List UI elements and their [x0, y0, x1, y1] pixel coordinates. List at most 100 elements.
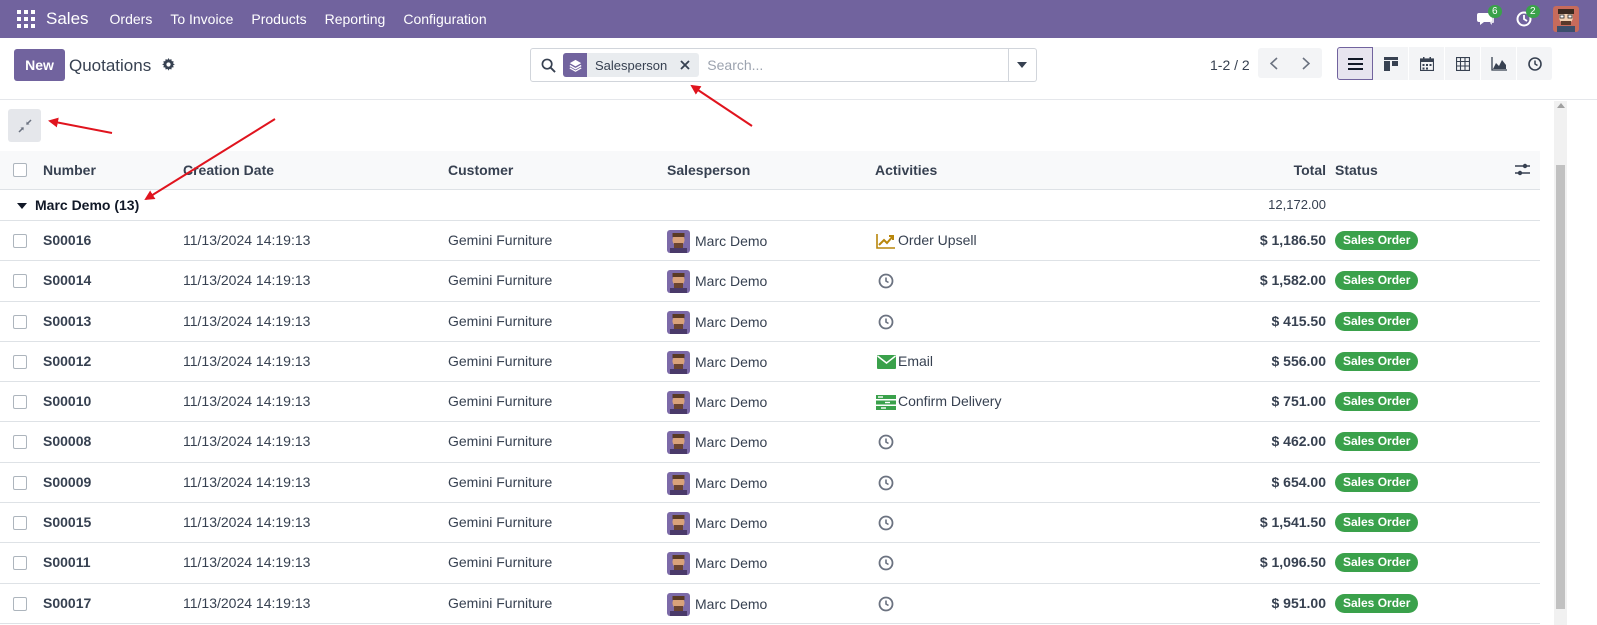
clock-icon[interactable]: [876, 513, 896, 533]
optional-columns-icon[interactable]: [1515, 163, 1530, 179]
delivery-icon[interactable]: [876, 392, 896, 412]
row-checkbox[interactable]: [13, 516, 27, 531]
table-header: Number Creation Date Customer Salesperso…: [0, 151, 1540, 190]
row-checkbox[interactable]: [13, 435, 27, 450]
menu-configuration[interactable]: Configuration: [394, 11, 495, 27]
creation-date: 11/13/2024 14:19:13: [183, 433, 311, 450]
salesperson-name: Marc Demo: [695, 233, 768, 249]
order-number: S00016: [43, 232, 92, 248]
control-panel: New Quotations Salesperson Search... 1-2…: [0, 38, 1597, 100]
activity-view-button[interactable]: [1517, 47, 1553, 80]
page-title: Quotations: [69, 56, 152, 75]
scrollbar[interactable]: [1554, 101, 1567, 625]
status-badge: Sales Order: [1335, 432, 1419, 452]
salesperson-avatar[interactable]: [667, 310, 690, 334]
salesperson-avatar[interactable]: [667, 391, 690, 415]
menu-products[interactable]: Products: [242, 11, 315, 27]
row-checkbox[interactable]: [13, 234, 27, 248]
table-row[interactable]: S00014 11/13/2024 14:19:13 Gemini Furnitur…: [0, 261, 1540, 302]
calendar-view-button[interactable]: [1409, 47, 1445, 80]
row-checkbox[interactable]: [13, 395, 27, 410]
table-row[interactable]: S00017 11/13/2024 14:19:13 Gemini Furnitur…: [0, 584, 1540, 624]
clock-icon[interactable]: [876, 432, 896, 452]
user-avatar[interactable]: [1553, 6, 1579, 32]
menu-orders[interactable]: Orders: [101, 11, 162, 27]
clock-icon[interactable]: [876, 594, 896, 614]
column-customer[interactable]: Customer: [448, 162, 513, 178]
apps-menu-icon[interactable]: [14, 7, 38, 31]
scroll-up-icon[interactable]: [1557, 103, 1565, 108]
collapse-groups-button[interactable]: [8, 109, 41, 142]
search-input[interactable]: [707, 57, 998, 73]
status-badge: Sales Order: [1335, 311, 1419, 331]
order-number: S00009: [43, 473, 92, 490]
table-row[interactable]: S00009 11/13/2024 14:19:13 Gemini Furnitur…: [0, 463, 1540, 504]
salesperson-avatar[interactable]: [667, 431, 690, 455]
table-row[interactable]: S00011 11/13/2024 14:19:13 Gemini Furnitur…: [0, 543, 1540, 584]
caret-down-icon: [1017, 62, 1027, 68]
row-checkbox[interactable]: [13, 314, 27, 329]
group-row[interactable]: Marc Demo (13) 12,172.00: [0, 190, 1540, 221]
salesperson-avatar[interactable]: [667, 512, 690, 536]
column-salesperson[interactable]: Salesperson: [667, 162, 750, 178]
salesperson-name: Marc Demo: [695, 434, 768, 451]
list-view-button[interactable]: [1337, 47, 1373, 80]
kanban-view-button[interactable]: [1373, 47, 1409, 80]
search-icon[interactable]: [533, 58, 563, 73]
row-checkbox[interactable]: [13, 556, 27, 571]
column-number[interactable]: Number: [43, 162, 96, 178]
salesperson-avatar[interactable]: [667, 230, 690, 253]
table-row[interactable]: S00013 11/13/2024 14:19:13 Gemini Furnitur…: [0, 302, 1540, 342]
column-total[interactable]: Total: [1294, 162, 1326, 178]
table-row[interactable]: S00015 11/13/2024 14:19:13 Gemini Furnitur…: [0, 503, 1540, 544]
table-row[interactable]: S00016 11/13/2024 14:19:13 Gemini Furnitur…: [0, 221, 1540, 262]
table-row[interactable]: S00012 11/13/2024 14:19:13 Gemini Furnitur…: [0, 342, 1540, 383]
salesperson-avatar[interactable]: [667, 350, 690, 374]
clock-icon[interactable]: [876, 271, 896, 291]
activity-summary[interactable]: Confirm Delivery: [898, 393, 1001, 409]
salesperson-avatar[interactable]: [667, 552, 690, 576]
upsell-icon[interactable]: [876, 231, 896, 251]
search-options-toggle[interactable]: [1008, 48, 1037, 82]
row-checkbox[interactable]: [13, 354, 27, 369]
messages-button[interactable]: 6: [1471, 0, 1502, 38]
email-icon[interactable]: [876, 352, 896, 372]
salesperson-avatar[interactable]: [667, 471, 690, 495]
pivot-view-button[interactable]: [1445, 47, 1481, 80]
activity-summary[interactable]: Email: [898, 353, 933, 369]
order-total: $ 951.00: [1271, 594, 1327, 611]
row-checkbox[interactable]: [13, 475, 27, 490]
activity-summary[interactable]: Order Upsell: [898, 232, 977, 248]
menu-to-invoice[interactable]: To Invoice: [161, 11, 242, 27]
status-badge: Sales Order: [1335, 271, 1419, 291]
graph-view-button[interactable]: [1481, 47, 1517, 80]
table-row[interactable]: S00010 11/13/2024 14:19:13 Gemini Furnitur…: [0, 382, 1540, 423]
order-number: S00010: [43, 393, 92, 410]
new-button[interactable]: New: [14, 49, 65, 81]
column-creation-date[interactable]: Creation Date: [183, 162, 274, 178]
table-row[interactable]: S00008 11/13/2024 14:19:13 Gemini Furnitur…: [0, 422, 1540, 463]
clock-icon[interactable]: [876, 473, 896, 493]
clock-icon[interactable]: [876, 312, 896, 332]
customer-name: Gemini Furniture: [448, 554, 553, 571]
gear-icon[interactable]: [162, 58, 175, 74]
scrollbar-thumb[interactable]: [1556, 165, 1565, 609]
row-checkbox[interactable]: [13, 596, 27, 611]
column-activities[interactable]: Activities: [875, 162, 937, 178]
close-icon[interactable]: [675, 60, 695, 70]
column-status[interactable]: Status: [1335, 162, 1378, 178]
menu-reporting[interactable]: Reporting: [316, 11, 395, 27]
salesperson-avatar[interactable]: [667, 270, 690, 294]
creation-date: 11/13/2024 14:19:13: [183, 514, 311, 531]
pager-previous-button[interactable]: [1258, 48, 1290, 78]
salesperson-avatar[interactable]: [667, 592, 690, 616]
pager-next-button[interactable]: [1290, 48, 1322, 78]
order-number: S00014: [43, 272, 92, 289]
pager-value[interactable]: 1-2 / 2: [1210, 57, 1250, 73]
order-total: $ 751.00: [1271, 393, 1327, 410]
activities-button[interactable]: 2: [1509, 0, 1540, 38]
clock-icon[interactable]: [876, 553, 896, 573]
app-name[interactable]: Sales: [46, 9, 89, 29]
row-checkbox[interactable]: [13, 274, 27, 289]
select-all-checkbox[interactable]: [13, 163, 27, 177]
